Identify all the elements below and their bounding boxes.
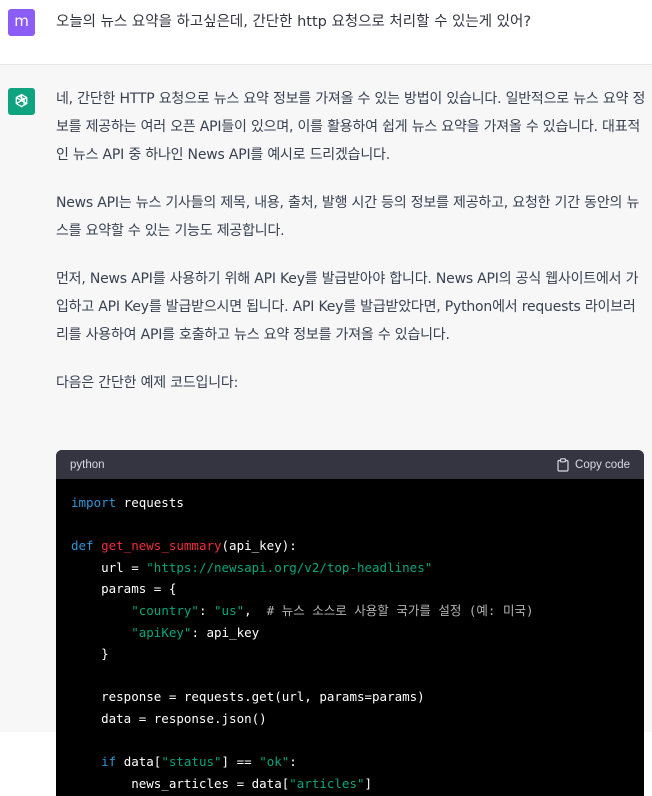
copy-code-label: Copy code	[575, 458, 630, 471]
code-line: params = {	[71, 578, 629, 600]
code-token: ] ==	[221, 754, 260, 770]
assistant-paragraph: News API는 뉴스 기사들의 제목, 내용, 출처, 발행 시간 등의 정…	[56, 195, 640, 239]
code-token: :	[198, 602, 215, 618]
assistant-message-row: 네, 간단한 HTTP 요청으로 뉴스 요약 정보를 가져올 수 있는 방법이 …	[0, 65, 652, 796]
code-line: response = requests.get(url, params=para…	[71, 686, 629, 708]
code-token: response = requests.get(url, params=para…	[71, 689, 425, 705]
code-token: if	[101, 754, 117, 770]
code-language-label: python	[70, 458, 105, 471]
clipboard-icon	[557, 457, 569, 472]
user-avatar: m	[8, 9, 35, 36]
code-line: import requests	[71, 492, 629, 514]
code-block: python Copy code import requests def get_…	[56, 450, 644, 796]
code-line: if data["status"] == "ok":	[71, 751, 629, 773]
chatgpt-logo-icon	[8, 88, 35, 115]
assistant-message-content: 네, 간단한 HTTP 요청으로 뉴스 요약 정보를 가져올 수 있는 방법이 …	[56, 85, 646, 417]
code-token: :	[289, 754, 297, 770]
code-token: "status"	[161, 754, 222, 770]
code-token: (api_key):	[221, 538, 297, 554]
assistant-paragraph: 네, 간단한 HTTP 요청으로 뉴스 요약 정보를 가져올 수 있는 방법이 …	[56, 91, 646, 163]
code-line: def get_news_summary(api_key):	[71, 535, 629, 557]
code-token: data[	[116, 754, 162, 770]
code-token: import	[71, 495, 117, 510]
code-token: # 뉴스 소스로 사용할 국가를 설정 (예: 미국)	[266, 602, 534, 618]
code-line: }	[71, 643, 629, 665]
user-message-text: 오늘의 뉴스 요약을 하고싶은데, 간단한 http 요청으로 처리할 수 있는…	[56, 14, 532, 30]
assistant-paragraph: 다음은 간단한 예제 코드입니다:	[56, 375, 239, 391]
code-block-header: python Copy code	[56, 450, 644, 479]
code-token: ]	[364, 775, 373, 791]
code-token: url =	[71, 559, 147, 575]
code-token: news_articles = data[	[71, 775, 290, 791]
code-content: import requests def get_news_summary(api_…	[56, 479, 644, 794]
code-token: "ok"	[259, 754, 290, 770]
code-token: params = {	[71, 581, 177, 597]
code-token: ,	[244, 602, 267, 618]
code-token: "apiKey"	[131, 624, 192, 640]
code-line: "apiKey": api_key	[71, 622, 629, 644]
code-line: data = response.json()	[71, 708, 629, 730]
code-token: get_news_summary	[101, 538, 222, 554]
code-token: def	[71, 538, 94, 554]
code-line: url = "https://newsapi.org/v2/top-headli…	[71, 557, 629, 579]
code-token: : api_key	[191, 624, 260, 640]
code-token: requests	[116, 495, 184, 510]
assistant-paragraph: 먼저, News API를 사용하기 위해 API Key를 발급받아야 합니다…	[56, 271, 639, 343]
code-token: }	[71, 646, 109, 662]
code-token: "country"	[131, 602, 199, 618]
code-line: news_articles = data["articles"]	[71, 773, 629, 795]
code-line: "country": "us", # 뉴스 소스로 사용할 국가를 설정 (예:…	[71, 600, 629, 622]
user-message-row: m 오늘의 뉴스 요약을 하고싶은데, 간단한 http 요청으로 처리할 수 …	[0, 0, 652, 65]
code-token: "https://newsapi.org/v2/top-headlines"	[146, 559, 433, 575]
code-token: "us"	[214, 602, 245, 618]
code-token: data = response.json()	[71, 710, 267, 726]
code-token: "articles"	[289, 775, 365, 791]
copy-code-button[interactable]: Copy code	[557, 457, 630, 472]
